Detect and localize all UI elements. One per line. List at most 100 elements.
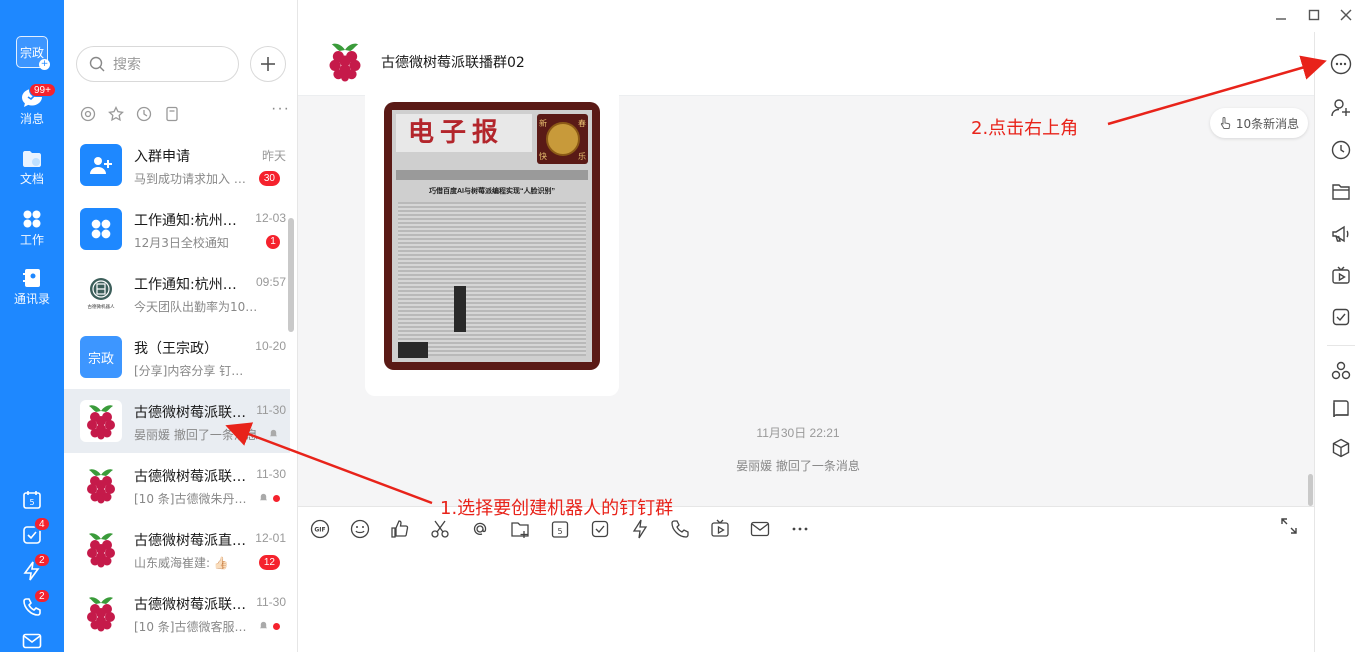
nav-item-docs[interactable]: 文档 — [0, 150, 64, 187]
conversation-title: 工作通知:杭州古德微机器人有限公司 — [134, 277, 246, 293]
add-button[interactable] — [250, 46, 286, 82]
close-icon[interactable] — [1338, 7, 1354, 23]
clock-icon[interactable] — [136, 106, 152, 127]
newspaper-photo[interactable]: 电子报 新 春 快 乐 巧借百度AI与树莓派编程实现“人脸识别” — [384, 102, 600, 370]
more-icon[interactable] — [788, 517, 812, 541]
raspberry-pi-logo-icon — [87, 533, 115, 568]
newspaper-seal-panel: 新 春 快 乐 — [537, 114, 588, 164]
folder-icon[interactable] — [1330, 181, 1352, 203]
phone-call-icon[interactable] — [668, 517, 692, 541]
emoji-icon[interactable] — [348, 517, 372, 541]
svg-text:5: 5 — [557, 527, 562, 536]
svg-text:5: 5 — [29, 498, 34, 507]
minimize-icon[interactable] — [1273, 7, 1289, 23]
conversation-preview: [10 条]古德微客服Hello — [134, 620, 254, 634]
conversation-title: 古德微树莓派联播群04 — [134, 597, 246, 613]
expand-icon[interactable] — [1280, 517, 1298, 540]
app-cube-icon[interactable] — [1330, 437, 1352, 459]
calendar-icon[interactable]: 5 — [548, 517, 572, 541]
mute-bell-icon — [259, 621, 268, 629]
nav-rail: 宗政 + 消息 99+ 文档 工作 通讯录 5 4 2 2 — [0, 0, 64, 652]
add-member-icon[interactable] — [1330, 97, 1352, 119]
add-user-icon — [90, 157, 112, 174]
list-item[interactable]: 宗政 我（王宗政） 10-20 [分享]内容分享 钉钉文档 — [64, 325, 290, 389]
more-icon[interactable]: ··· — [271, 100, 290, 118]
search-input[interactable]: 搜索 — [76, 46, 239, 82]
scissors-icon[interactable] — [428, 517, 452, 541]
list-item[interactable]: 古德微树莓派直播群 12-01 山东威海崔建: 👍🏻 12 — [64, 517, 290, 581]
nav-label-work: 工作 — [19, 233, 44, 247]
calendar-icon[interactable]: 5 — [0, 490, 64, 510]
toolbar-divider — [1327, 345, 1355, 346]
my-avatar-label: 宗政 — [19, 45, 44, 60]
todo-check-icon[interactable] — [588, 517, 612, 541]
thumbs-up-icon[interactable] — [388, 517, 412, 541]
conversation-time: 09:57 — [255, 275, 286, 289]
live-tv-icon[interactable] — [1330, 265, 1352, 287]
list-item[interactable]: 工作通知:杭州经纬信息技术有限公司 12-03 12月3日全校通知 1 — [64, 197, 290, 261]
list-item-active[interactable]: 古德微树莓派联播群02 11-30 晏丽媛 撤回了一条消息 — [64, 389, 290, 453]
raspberry-pi-logo-icon — [87, 405, 115, 440]
document-icon[interactable] — [164, 106, 180, 127]
list-item[interactable]: 入群申请 昨天 马到成功请求加入 古德微树莓派联播群01 30 — [64, 133, 290, 197]
unread-dot — [273, 495, 280, 502]
nav-item-work[interactable]: 工作 — [0, 209, 64, 248]
unread-count-badge: 30 — [258, 171, 280, 186]
unread-dot — [273, 623, 280, 630]
todo-check-icon[interactable] — [0, 525, 64, 545]
more-options-icon[interactable] — [1330, 53, 1352, 75]
mail-icon[interactable] — [748, 517, 772, 541]
company-logo-avatar: 古德微机器人 — [80, 272, 122, 314]
star-icon[interactable] — [108, 105, 124, 127]
conversation-preview: [10 条]古德微朱丹丹: 请大家查收 — [134, 492, 254, 506]
list-scrollbar[interactable] — [288, 218, 294, 332]
new-messages-button[interactable]: 10条新消息 — [1210, 108, 1308, 138]
list-item[interactable]: 古德微机器人 工作通知:杭州古德微机器人有限公司 09:57 今天团队出勤率为1… — [64, 261, 290, 325]
nav-item-contacts[interactable]: 通讯录 — [0, 268, 64, 307]
group-request-avatar — [80, 144, 122, 186]
ding-lightning-icon[interactable] — [0, 561, 64, 581]
maximize-icon[interactable] — [1306, 7, 1322, 23]
conversation-time: 12-01 — [255, 531, 286, 545]
conversation-preview: [分享]内容分享 钉钉文档 — [134, 364, 254, 378]
list-item[interactable]: 古德微树莓派联播群03 11-30 [10 条]古德微朱丹丹: 请大家查收 — [64, 453, 290, 517]
conversation-time: 11-30 — [256, 595, 286, 609]
at-mention-icon[interactable] — [80, 106, 96, 127]
right-toolbar — [1314, 32, 1366, 652]
annotation-step2: 2.点击右上角 — [971, 118, 1079, 139]
history-clock-icon[interactable] — [1330, 139, 1352, 161]
newspaper-page: 电子报 新 春 快 乐 巧借百度AI与树莓派编程实现“人脸识别” — [392, 110, 592, 362]
ding-lightning-icon[interactable] — [628, 517, 652, 541]
phone-icon[interactable] — [0, 597, 64, 617]
conversation-title: 古德微树莓派联播群02 — [134, 405, 246, 421]
chat-panel: 古德微树莓派联播群02 电子报 新 春 快 乐 巧借百度AI与树莓派编程实现“人… — [298, 32, 1314, 652]
article-photo — [454, 286, 466, 332]
company-seal-icon — [90, 277, 112, 300]
live-tv-icon[interactable] — [708, 517, 732, 541]
gif-icon[interactable]: GIF — [308, 517, 332, 541]
company-logo-caption: 古德微机器人 — [87, 303, 115, 310]
todo-check-icon[interactable] — [1330, 306, 1352, 328]
conversation-time: 11-30 — [256, 403, 286, 417]
apps-grid-icon — [23, 210, 41, 228]
nav-label-docs: 文档 — [19, 172, 44, 186]
message-timestamp: 11月30日 22:21 — [756, 426, 840, 440]
announcement-megaphone-icon[interactable] — [1330, 223, 1352, 245]
filter-bar: ··· — [80, 100, 290, 127]
conversation-list-panel: 搜索 ··· 入群申请 昨天 马到成功请求加入 古德微树莓派联播群01 30 — [64, 0, 298, 652]
group-apps-icon[interactable] — [1330, 360, 1352, 382]
my-avatar[interactable]: 宗政 + — [16, 36, 50, 70]
chat-scrollbar[interactable] — [1308, 474, 1313, 506]
search-icon — [89, 56, 105, 72]
at-mention-icon[interactable] — [468, 517, 492, 541]
knowledge-book-icon[interactable] — [1330, 398, 1352, 420]
dingtalk-window: 宗政 + 消息 99+ 文档 工作 通讯录 5 4 2 2 搜索 ··· 入群申… — [0, 0, 1366, 652]
plus-icon — [261, 57, 275, 71]
raspberry-avatar — [80, 592, 122, 634]
conversation-title: 古德微树莓派联播群03 — [134, 469, 246, 485]
list-item[interactable]: 古德微树莓派联播群04 11-30 [10 条]古德微客服Hello — [64, 581, 290, 645]
mail-icon[interactable] — [0, 633, 64, 649]
seal-char-1: 新 — [539, 119, 547, 128]
add-folder-icon[interactable] — [508, 517, 532, 541]
group-avatar[interactable] — [326, 40, 366, 82]
